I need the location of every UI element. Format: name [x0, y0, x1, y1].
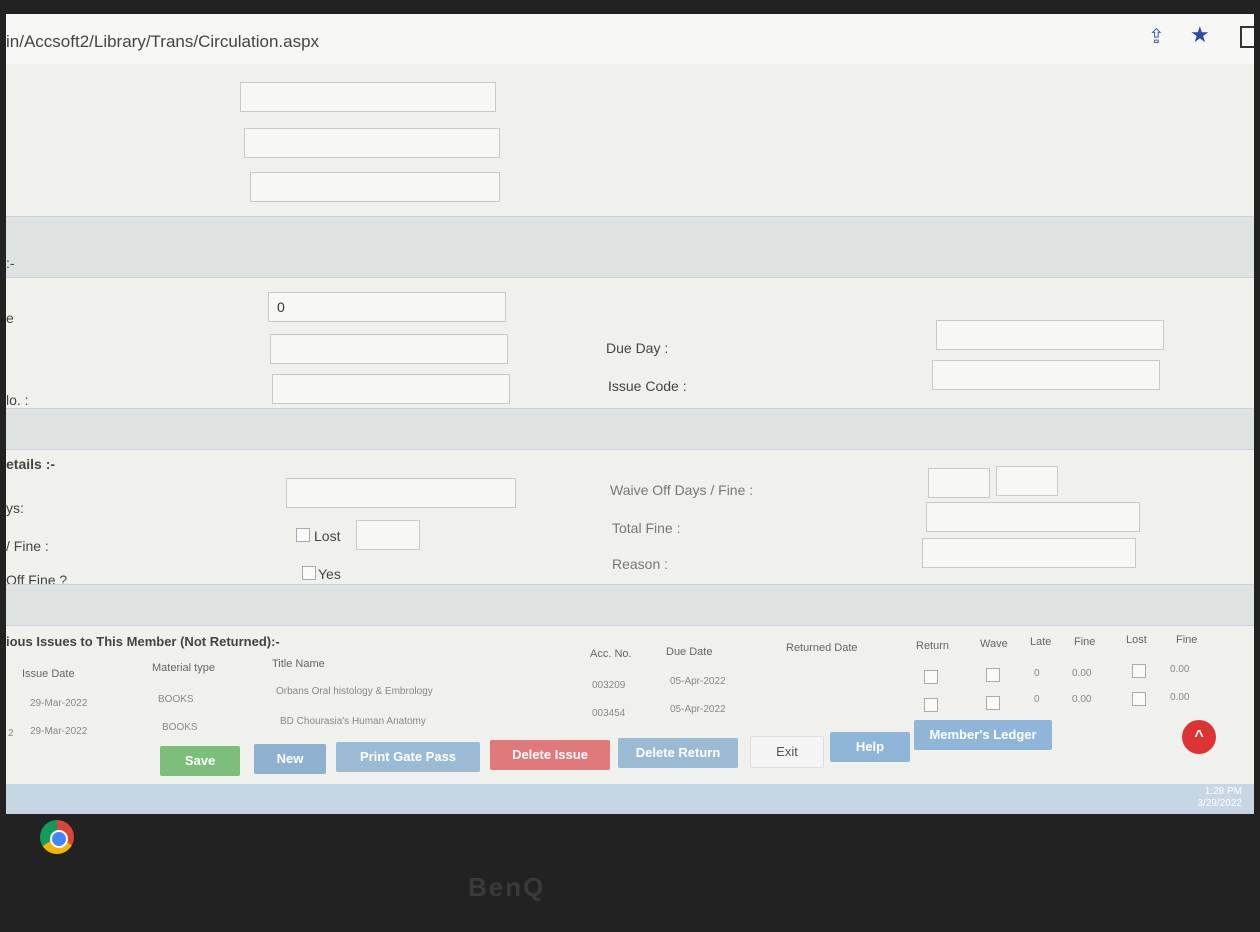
col-due-date: Due Date: [666, 646, 713, 658]
print-gate-pass-button[interactable]: Print Gate Pass: [336, 742, 480, 772]
clock-time: 1:28 PM: [1204, 786, 1242, 797]
circulation-page: :- e 0 lo. : Due Day : Issue Code : etai…: [6, 64, 1254, 784]
section-2-header: etails :-: [6, 456, 56, 472]
lost-checkbox[interactable]: [296, 528, 310, 542]
section-band-2: [6, 408, 1254, 450]
col-return: Return: [916, 640, 950, 652]
share-icon[interactable]: ⇪: [1148, 24, 1170, 48]
row2-fine: 0.00: [1072, 694, 1092, 705]
reason-label: Reason :: [612, 556, 669, 572]
exit-button[interactable]: Exit: [750, 736, 824, 768]
row1-title[interactable]: Orbans Oral histology & Embrology: [276, 686, 433, 697]
top-field-1[interactable]: [240, 82, 496, 112]
section-band-3: [6, 584, 1254, 626]
section-1-header: :-: [6, 255, 15, 271]
due-day-input[interactable]: [936, 320, 1164, 350]
field-a-input[interactable]: 0: [268, 292, 506, 322]
row2-material: BOOKS: [162, 722, 198, 733]
col-returned-date: Returned Date: [786, 642, 858, 654]
col-acc-no: Acc. No.: [590, 648, 632, 660]
section-band-1: :-: [6, 216, 1254, 278]
system-clock[interactable]: 1:28 PM 3/29/2022: [1198, 786, 1243, 810]
window-icon[interactable]: [1240, 26, 1254, 48]
help-button[interactable]: Help: [830, 732, 910, 762]
row2-lost-fine: 0.00: [1170, 692, 1190, 703]
reason-input[interactable]: [922, 538, 1136, 568]
waive-fine-input[interactable]: [996, 466, 1058, 496]
field-a-value: 0: [277, 299, 285, 315]
delete-return-button[interactable]: Delete Return: [618, 738, 738, 768]
field-b-input[interactable]: [270, 334, 508, 364]
row2-return-checkbox[interactable]: [924, 698, 938, 712]
row1-issue-date: 29-Mar-2022: [30, 698, 88, 709]
row1-lost-fine: 0.00: [1170, 664, 1190, 675]
col-late: Late: [1030, 636, 1052, 648]
save-button[interactable]: Save: [160, 746, 240, 776]
row2-num: 2: [8, 728, 14, 739]
yes-label: Yes: [318, 566, 341, 582]
previous-issues-title: ious Issues to This Member (Not Returned…: [6, 634, 280, 649]
row2-title[interactable]: BD Chourasia's Human Anatomy: [280, 716, 426, 727]
issue-code-label: Issue Code :: [608, 378, 687, 394]
total-fine-label: Total Fine :: [612, 520, 681, 536]
row1-label: ys:: [6, 500, 24, 516]
clock-date: 3/29/2022: [1197, 798, 1243, 809]
issue-code-input[interactable]: [932, 360, 1160, 390]
taskbar: 1:28 PM 3/29/2022: [6, 784, 1254, 814]
due-day-label: Due Day :: [606, 340, 669, 356]
col-wave: Wave: [980, 638, 1008, 650]
col-title: Title Name: [272, 658, 325, 670]
lost-input[interactable]: [356, 520, 420, 550]
waive-label: Waive Off Days / Fine :: [610, 482, 754, 498]
row2-label: / Fine :: [6, 538, 49, 554]
monitor-frame: in/Accsoft2/Library/Trans/Circulation.as…: [0, 0, 1260, 932]
row2-wave-checkbox[interactable]: [986, 696, 1000, 710]
row1-late: 0: [1034, 668, 1040, 679]
row1-acc-no: 003209: [592, 680, 626, 691]
col-fine: Fine: [1074, 636, 1096, 648]
field-a-label: e: [6, 310, 14, 326]
row1-material: BOOKS: [158, 694, 194, 705]
row1-wave-checkbox[interactable]: [986, 668, 1000, 682]
field-c-input[interactable]: [272, 374, 510, 404]
total-fine-input[interactable]: [926, 502, 1140, 532]
screen: in/Accsoft2/Library/Trans/Circulation.as…: [6, 14, 1254, 814]
chrome-icon[interactable]: [40, 820, 74, 854]
row2-issue-date: 29-Mar-2022: [30, 726, 88, 737]
url-text[interactable]: in/Accsoft2/Library/Trans/Circulation.as…: [6, 32, 319, 52]
top-field-2[interactable]: [244, 128, 500, 158]
col-lost-fine: Fine: [1176, 634, 1198, 646]
row2-acc-no: 003454: [592, 708, 626, 719]
delete-issue-button[interactable]: Delete Issue: [490, 740, 610, 770]
new-button[interactable]: New: [254, 744, 326, 774]
col-material: Material type: [152, 662, 215, 674]
row1-lost-checkbox[interactable]: [1132, 664, 1146, 678]
row1-fine: 0.00: [1072, 668, 1092, 679]
row1-due: 05-Apr-2022: [670, 676, 726, 687]
col-issue-date: Issue Date: [22, 668, 75, 680]
row2-due: 05-Apr-2022: [670, 704, 726, 715]
col-lost: Lost: [1126, 634, 1147, 646]
monitor-brand: BenQ: [468, 872, 546, 902]
row2-lost-checkbox[interactable]: [1132, 692, 1146, 706]
top-field-3[interactable]: [250, 172, 500, 202]
row1-input[interactable]: [286, 478, 516, 508]
waive-days-input[interactable]: [928, 468, 990, 498]
address-bar[interactable]: in/Accsoft2/Library/Trans/Circulation.as…: [6, 14, 1254, 65]
members-ledger-button[interactable]: Member's Ledger: [914, 720, 1052, 750]
yes-checkbox[interactable]: [302, 566, 316, 580]
row2-late: 0: [1034, 694, 1040, 705]
scroll-to-top-icon[interactable]: ^: [1182, 720, 1216, 754]
star-icon[interactable]: ★: [1190, 22, 1210, 48]
field-c-label: lo. :: [6, 392, 29, 408]
lost-label: Lost: [314, 528, 341, 544]
row1-return-checkbox[interactable]: [924, 670, 938, 684]
